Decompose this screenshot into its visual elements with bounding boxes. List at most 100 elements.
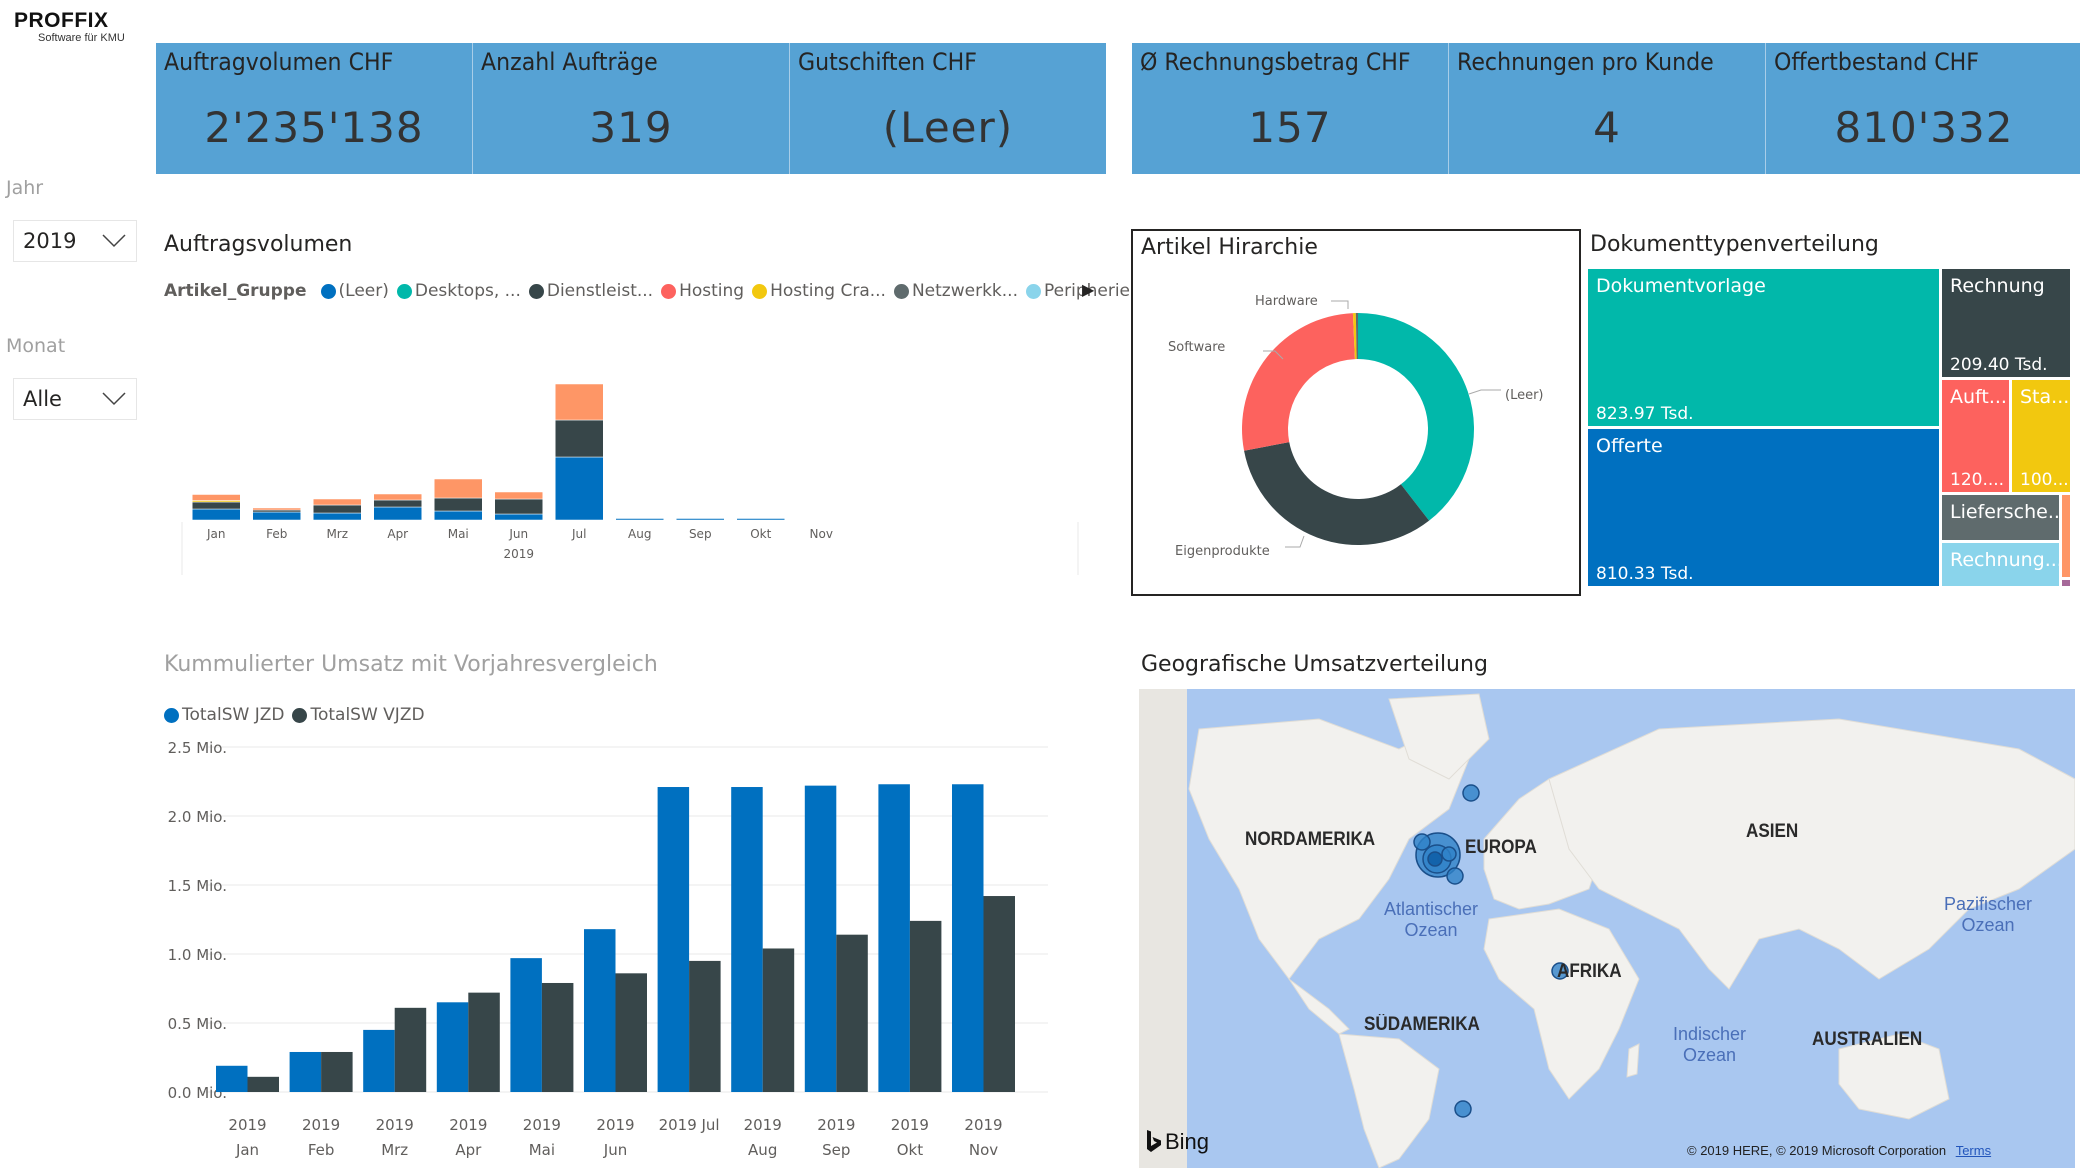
geo-map[interactable]: NORDAMERIKA EUROPA ASIEN AFRIKA SÜDAMERI… xyxy=(1139,689,2075,1168)
bar[interactable] xyxy=(909,920,942,1092)
x-tick-label: Aug xyxy=(748,1141,777,1159)
bar-segment[interactable] xyxy=(555,383,604,421)
legend-item[interactable]: Dienstleist... xyxy=(528,281,653,301)
bar[interactable] xyxy=(363,1029,395,1092)
bar[interactable] xyxy=(731,787,763,1092)
artikel-hierarchie-donut: (Leer) Eigenprodukte Software Hardware xyxy=(1168,294,1544,559)
kpi-card-gutschriften[interactable]: Gutschiften CHF (Leer) xyxy=(789,43,1106,174)
bar[interactable] xyxy=(983,896,1016,1092)
bar-segment[interactable] xyxy=(192,494,241,501)
bar[interactable] xyxy=(510,958,542,1092)
terms-link[interactable]: Terms xyxy=(1956,1143,1991,1158)
kpi-card-offertbestand[interactable]: Offertbestand CHF 810'332 xyxy=(1765,43,2080,174)
treemap-tile-offerte[interactable]: Offerte 810.33 Tsd. xyxy=(1588,429,1939,586)
bar[interactable] xyxy=(541,982,574,1092)
bar-segment[interactable] xyxy=(252,511,301,521)
kpi-card-rechnungsbetrag[interactable]: Ø Rechnungsbetrag CHF 157 xyxy=(1132,43,1448,174)
bar-segment[interactable] xyxy=(676,518,725,521)
bar-segment[interactable] xyxy=(434,497,483,512)
bar-segment[interactable] xyxy=(373,506,422,521)
bar[interactable] xyxy=(952,784,984,1092)
bar[interactable] xyxy=(878,784,910,1092)
x-tick-label: Mai xyxy=(529,1141,555,1159)
y-tick-label: 1.5 Mio. xyxy=(168,877,227,895)
bar-segment[interactable] xyxy=(494,513,543,521)
x-tick-label: 2019 xyxy=(964,1116,1002,1134)
copyright-text: © 2019 HERE, © 2019 Microsoft Corporatio… xyxy=(1687,1143,1947,1158)
treemap-tile-auftrag[interactable]: Auft... 120.... xyxy=(1942,380,2009,492)
bar-segment[interactable] xyxy=(434,510,483,521)
kpi-card-anzahl-auftraege[interactable]: Anzahl Aufträge 319 xyxy=(472,43,789,174)
bar[interactable] xyxy=(836,934,868,1092)
bar-segment[interactable] xyxy=(615,518,664,521)
bar-segment[interactable] xyxy=(555,456,604,521)
proffix-logo: PROFFIX Software für KMU xyxy=(14,10,154,45)
bar[interactable] xyxy=(584,929,616,1092)
bar[interactable] xyxy=(216,1065,248,1092)
bar-segment[interactable] xyxy=(313,512,362,521)
legend-item[interactable]: (Leer) xyxy=(320,281,389,301)
kpi-card-rechnungen-pro-kunde[interactable]: Rechnungen pro Kunde 4 xyxy=(1448,43,1765,174)
legend-next-arrow-icon[interactable]: ▶ xyxy=(1082,280,1094,299)
bar-segment[interactable] xyxy=(373,493,422,501)
legend-item[interactable]: Hosting xyxy=(661,281,744,301)
treemap-tile-dokumentvorlage[interactable]: Dokumentvorlage 823.97 Tsd. xyxy=(1588,269,1939,426)
year-filter-dropdown[interactable]: 2019 xyxy=(13,220,137,262)
kpi-value: 810'332 xyxy=(1834,103,2014,152)
x-tick-label: Mrz xyxy=(381,1141,408,1159)
kpi-card-auftragvolumen[interactable]: Auftragvolumen CHF 2'235'138 xyxy=(156,43,472,174)
legend-item[interactable]: Netzwerkk... xyxy=(893,281,1018,301)
bar-segment[interactable] xyxy=(555,419,604,458)
bar[interactable] xyxy=(615,973,648,1092)
x-tick-label: Sep xyxy=(689,527,712,541)
month-filter-dropdown[interactable]: Alle xyxy=(13,378,137,420)
donut-slice[interactable] xyxy=(1358,313,1474,521)
bar-segment[interactable] xyxy=(313,498,362,506)
treemap-tile-small-orange[interactable] xyxy=(2062,495,2070,577)
map-label-atlantik: Atlantischer Ozean xyxy=(1384,899,1478,941)
kpi-label: Auftragvolumen CHF xyxy=(164,48,394,76)
legend-label: Hosting xyxy=(679,281,745,301)
legend-item[interactable]: Hosting Cra... xyxy=(752,281,886,301)
bar-segment[interactable] xyxy=(736,518,785,521)
x-tick-label: Feb xyxy=(266,527,287,541)
donut-slice[interactable] xyxy=(1244,442,1430,545)
legend-item[interactable]: TotalSW JZD xyxy=(164,705,284,725)
bar-segment[interactable] xyxy=(252,507,301,511)
bar-segment[interactable] xyxy=(494,491,543,500)
bar-segment[interactable] xyxy=(192,501,241,510)
bar[interactable] xyxy=(762,948,795,1092)
treemap-tile-lieferschein[interactable]: Liefersche... xyxy=(1942,495,2059,540)
legend-item[interactable]: Peripherie xyxy=(1026,281,1130,301)
year-filter-label: Jahr xyxy=(6,177,44,199)
bar-segment[interactable] xyxy=(434,478,483,499)
leader-line xyxy=(1468,389,1501,395)
bar-segment[interactable] xyxy=(373,499,422,508)
treemap-tile-small-purple[interactable] xyxy=(2062,580,2070,586)
chevron-down-icon xyxy=(102,234,126,248)
bar-segment[interactable] xyxy=(192,508,241,521)
bar-segment[interactable] xyxy=(252,509,301,513)
bar[interactable] xyxy=(657,787,690,1092)
legend-dot-icon xyxy=(528,283,544,299)
map-bubble xyxy=(1427,851,1443,867)
bar-segment[interactable] xyxy=(313,504,362,514)
bar[interactable] xyxy=(689,960,721,1092)
bar[interactable] xyxy=(247,1076,280,1092)
treemap-tile-sta[interactable]: Sta... 100... xyxy=(2012,380,2070,492)
tile-value: 120.... xyxy=(1950,470,2005,490)
bar[interactable] xyxy=(468,992,500,1092)
bar[interactable] xyxy=(289,1051,322,1092)
bar-segment[interactable] xyxy=(494,498,543,515)
donut-slice[interactable] xyxy=(1242,313,1355,451)
bar[interactable] xyxy=(436,1002,469,1092)
legend-item[interactable]: Desktops, ... xyxy=(396,281,521,301)
treemap-tile-rechnung-2[interactable]: Rechnung... xyxy=(1942,543,2059,586)
legend-item[interactable]: TotalSW VJZD xyxy=(292,705,425,725)
bar[interactable] xyxy=(804,785,837,1092)
leader-line xyxy=(1331,300,1349,309)
treemap-tile-rechnung[interactable]: Rechnung 209.40 Tsd. xyxy=(1942,269,2070,377)
bar[interactable] xyxy=(321,1051,353,1092)
bar[interactable] xyxy=(394,1007,427,1092)
map-bubble xyxy=(1462,784,1480,802)
